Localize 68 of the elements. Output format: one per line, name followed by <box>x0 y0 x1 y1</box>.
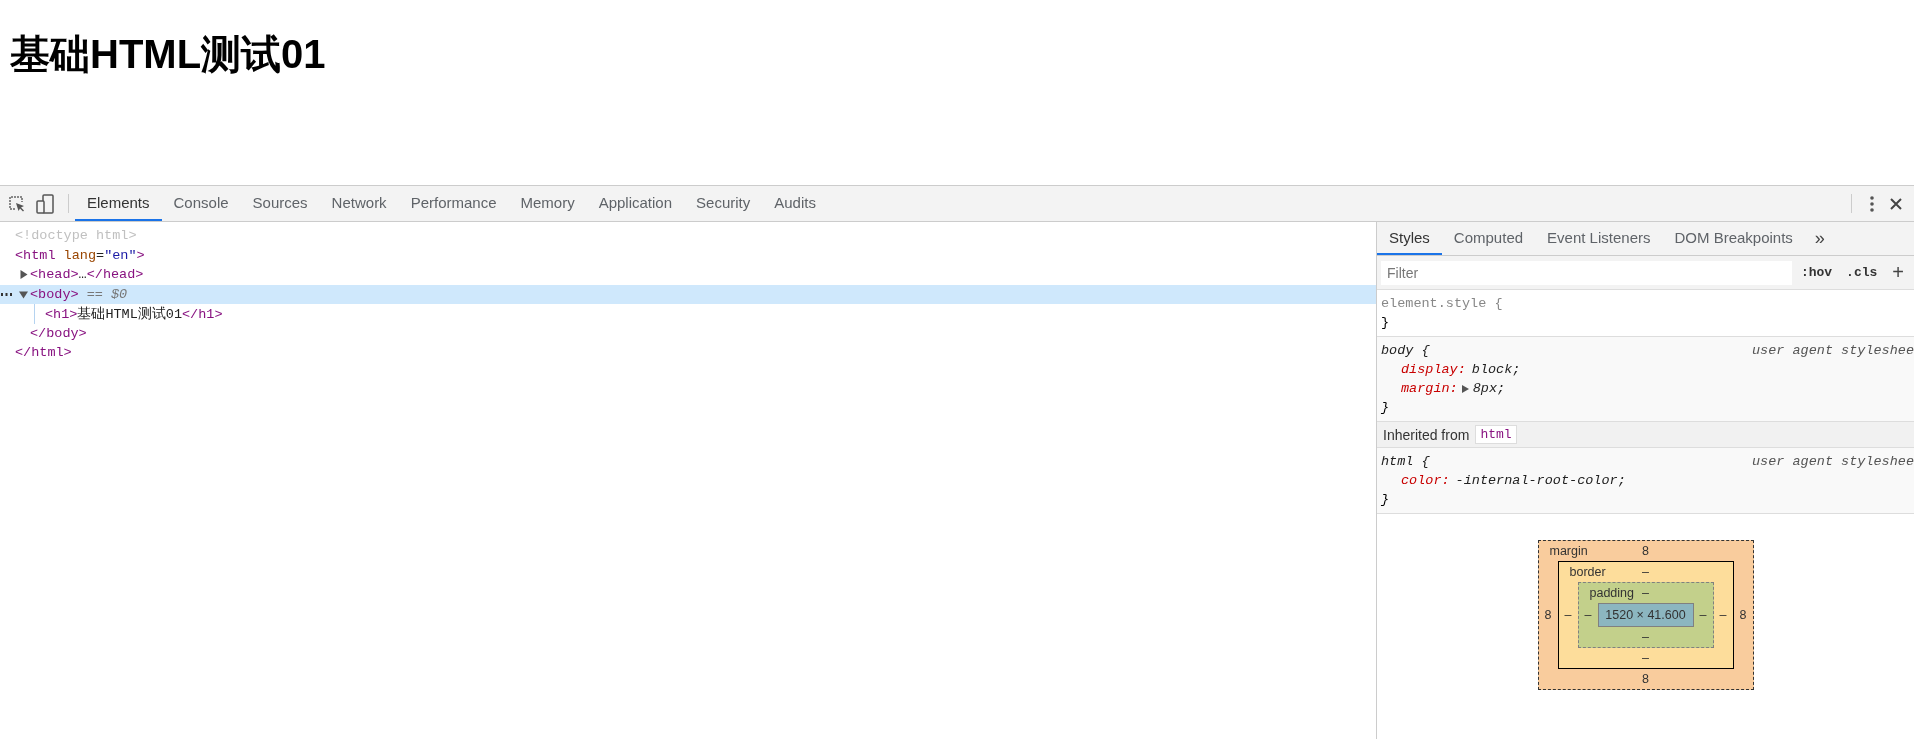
border-top-value[interactable]: – <box>1642 565 1649 579</box>
panel-tab[interactable]: Security <box>684 186 763 221</box>
page-heading: 基础HTML测试01 <box>10 31 327 78</box>
sidebar-tab[interactable]: Event Listeners <box>1535 222 1663 255</box>
stylesheet-source[interactable]: user agent styleshee <box>1751 452 1914 471</box>
border-label: border <box>1568 565 1606 579</box>
collapsed-arrow-icon[interactable] <box>19 270 28 280</box>
css-brace: } <box>1381 492 1390 507</box>
sidebar-tab[interactable]: Computed <box>1441 222 1536 255</box>
css-property: display: <box>1401 361 1466 379</box>
dom-tree-row[interactable]: <html lang="en"> <box>0 245 1376 265</box>
hover-state-button[interactable]: :hov <box>1795 265 1838 280</box>
panel-tab[interactable]: Audits <box>762 186 828 221</box>
css-selector: element.style { <box>1381 295 1503 313</box>
panel-tab[interactable]: Console <box>161 186 241 221</box>
filter-field[interactable]: Filter <box>1381 260 1792 285</box>
border-left-value[interactable]: – <box>1558 608 1578 622</box>
content-size[interactable]: 1520 × 41.600 <box>1597 603 1694 627</box>
class-toggle-button[interactable]: .cls <box>1841 265 1883 280</box>
expand-arrow-icon[interactable] <box>1461 384 1469 393</box>
new-rule-button[interactable]: + <box>1886 261 1910 284</box>
css-property: margin: <box>1401 380 1458 398</box>
close-icon[interactable] <box>1890 197 1902 210</box>
dom-node-code: <head>…</head> <box>30 267 144 283</box>
dom-node-code: </body> <box>30 325 87 341</box>
css-value: -internal-root-color; <box>1455 472 1626 490</box>
css-property: color: <box>1401 472 1450 490</box>
panel-tab[interactable]: Network <box>319 186 399 221</box>
css-value: 8px; <box>1472 380 1506 398</box>
dom-node-code: <h1>基础HTML测试01</h1> <box>45 305 223 323</box>
margin-left-value[interactable]: 8 <box>1538 608 1558 622</box>
css-brace: } <box>1381 400 1390 415</box>
border-right-value[interactable]: – <box>1713 608 1733 622</box>
css-selector: html { <box>1381 453 1430 471</box>
dom-tree-row[interactable]: <head>…</head> <box>0 265 1376 285</box>
css-brace: } <box>1381 315 1390 330</box>
padding-label: padding <box>1588 586 1634 600</box>
panel-tab[interactable]: Memory <box>508 186 587 221</box>
margin-label: margin <box>1548 544 1588 558</box>
inspect-icon[interactable] <box>8 194 26 213</box>
padding-left-value[interactable]: – <box>1578 608 1598 622</box>
expanded-arrow-icon[interactable] <box>19 289 28 299</box>
padding-bottom-value[interactable]: – <box>1642 630 1649 644</box>
dom-tree-row[interactable]: <body> == $0 <box>0 284 1376 304</box>
stylesheet-source[interactable]: user agent styleshee <box>1751 341 1914 360</box>
sidebar-tab[interactable]: DOM Breakpoints <box>1662 222 1805 255</box>
panel-tab[interactable]: Sources <box>240 186 320 221</box>
inherited-tag-link[interactable]: html <box>1475 425 1517 444</box>
inherited-label: Inherited from <box>1383 426 1470 443</box>
more-icon[interactable] <box>1 292 12 296</box>
border-bottom-value[interactable]: – <box>1642 651 1649 665</box>
dom-node-code: <html lang="en"> <box>15 247 145 263</box>
more-tabs-button[interactable]: » <box>1804 222 1835 255</box>
margin-bottom-value[interactable]: 8 <box>1642 672 1649 686</box>
panel-tab[interactable]: Performance <box>398 186 509 221</box>
device-icon[interactable] <box>36 193 54 214</box>
dom-node-code: </html> <box>15 345 72 361</box>
dom-tree-row[interactable]: <h1>基础HTML测试01</h1> <box>0 304 1376 324</box>
dom-node-code: <body> == $0 <box>30 286 128 302</box>
margin-top-value[interactable]: 8 <box>1642 544 1649 558</box>
padding-right-value[interactable]: – <box>1693 608 1713 622</box>
margin-right-value[interactable]: 8 <box>1733 608 1753 622</box>
more-options-icon[interactable] <box>1870 195 1874 212</box>
padding-top-value[interactable]: – <box>1642 586 1649 600</box>
dom-node-code: <!doctype html> <box>15 228 137 244</box>
panel-tab[interactable]: Application <box>586 186 685 221</box>
css-selector: body { <box>1381 342 1430 360</box>
css-value: block; <box>1471 361 1521 379</box>
